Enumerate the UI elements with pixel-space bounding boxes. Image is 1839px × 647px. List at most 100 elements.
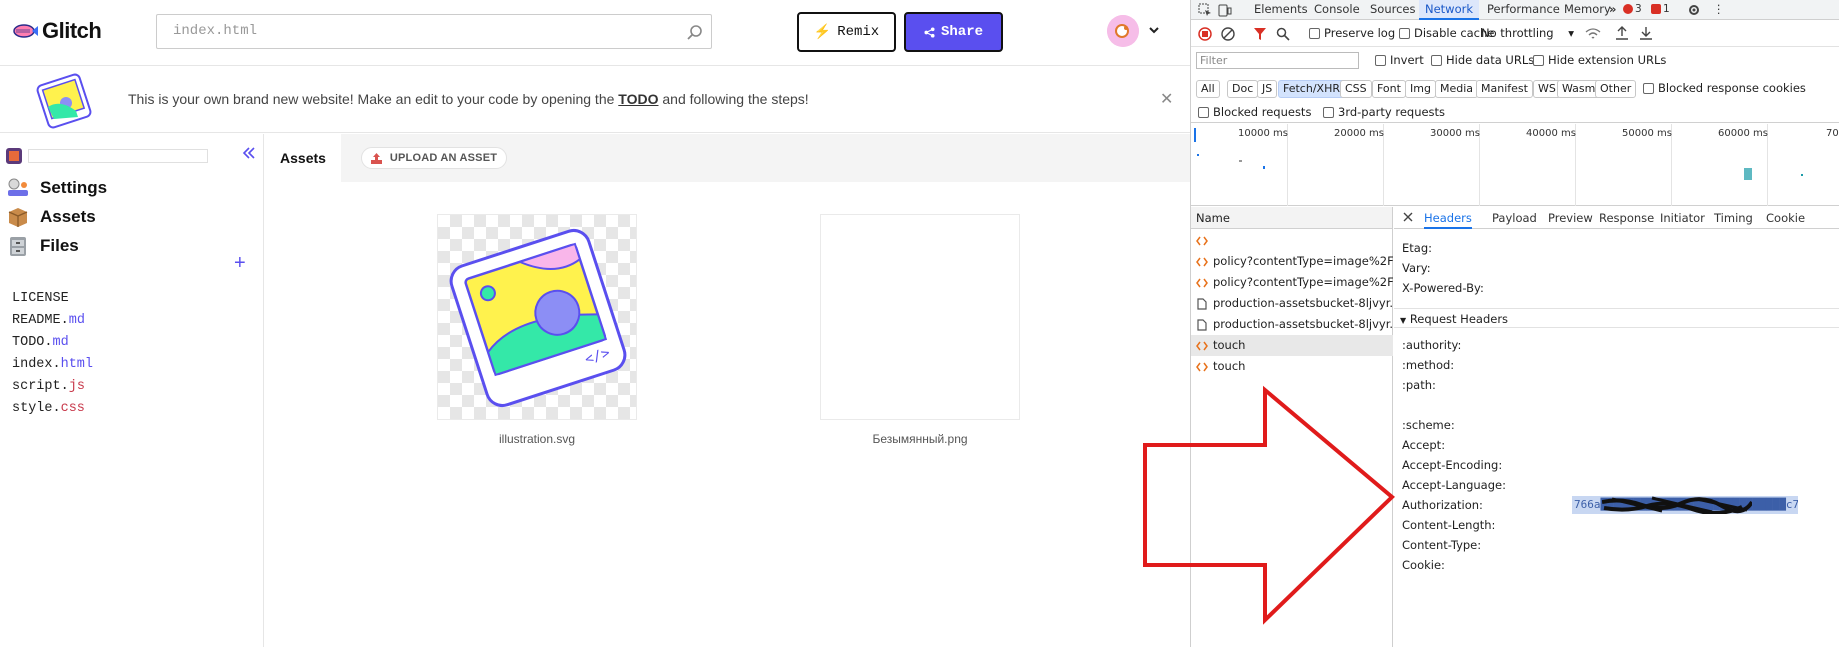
search-input[interactable]: index.html (156, 14, 712, 49)
third-party-requests-checkbox[interactable]: 3rd-party requests (1323, 105, 1445, 119)
record-stop-icon[interactable] (1198, 27, 1212, 41)
file-item-style[interactable]: style.css (12, 401, 85, 416)
type-filter-fetch-xhr[interactable]: Fetch/XHR (1278, 80, 1345, 98)
checkbox[interactable] (1323, 106, 1334, 118)
request-headers-section[interactable]: ▼ Request Headers (1394, 308, 1839, 328)
asset-item[interactable]: Безымянный.png (820, 214, 1020, 446)
tab-assets[interactable]: Assets (265, 134, 341, 182)
type-filter-media[interactable]: Media (1435, 80, 1479, 98)
wifi-icon[interactable] (1585, 27, 1601, 41)
asset-thumbnail[interactable] (820, 214, 1020, 420)
banner-text-after: and following the steps! (658, 91, 809, 107)
file-item-script[interactable]: script.js (12, 379, 85, 394)
request-row[interactable]: production-assetsbucket-8ljvyr... (1191, 293, 1393, 314)
type-filter-other[interactable]: Other (1595, 80, 1637, 98)
invert-checkbox[interactable]: Invert (1375, 53, 1424, 67)
request-row-selected[interactable]: touch (1191, 335, 1393, 356)
blocked-requests-checkbox[interactable]: Blocked requests (1198, 105, 1311, 119)
close-icon[interactable] (1402, 211, 1414, 223)
checkbox[interactable] (1533, 54, 1544, 66)
asset-thumbnail[interactable]: </> (437, 214, 637, 420)
type-filter-manifest[interactable]: Manifest (1476, 80, 1533, 98)
tab-response[interactable]: Response (1599, 207, 1654, 229)
throttling-select[interactable]: No throttling ▾ (1481, 26, 1574, 40)
tab-timing[interactable]: Timing (1714, 207, 1753, 229)
network-overview-timeline[interactable]: 10000 ms 20000 ms 30000 ms 40000 ms 5000… (1191, 124, 1839, 206)
checkbox[interactable] (1431, 54, 1442, 66)
add-file-icon[interactable]: + (234, 252, 246, 275)
type-filter-wasm[interactable]: Wasm (1557, 80, 1601, 98)
tab-cookies[interactable]: Cookie (1766, 207, 1805, 229)
file-item-readme[interactable]: README.md (12, 313, 85, 328)
request-row[interactable] (1191, 230, 1393, 251)
type-filter-js[interactable]: JS (1257, 80, 1278, 98)
import-har-icon[interactable] (1615, 26, 1629, 40)
type-filter-all[interactable]: All (1196, 80, 1220, 98)
tab-sources[interactable]: Sources (1364, 0, 1422, 20)
checkbox[interactable] (1375, 54, 1386, 66)
request-row[interactable]: policy?contentType=image%2F... (1191, 251, 1393, 272)
issue-count-badge[interactable]: 1 (1651, 3, 1670, 15)
todo-link[interactable]: TODO (618, 91, 658, 107)
hide-data-urls-checkbox[interactable]: Hide data URLs (1431, 53, 1534, 67)
project-name-row[interactable] (6, 148, 208, 164)
tab-network[interactable]: Network (1419, 0, 1480, 20)
avatar[interactable] (1107, 15, 1139, 47)
upload-asset-button[interactable]: UPLOAD AN ASSET (361, 147, 507, 169)
more-tabs-icon[interactable]: » (1603, 0, 1622, 20)
sidebar-item-settings[interactable]: Settings (6, 176, 107, 200)
checkbox[interactable] (1399, 27, 1410, 39)
tab-elements[interactable]: Elements (1248, 0, 1314, 20)
checkbox[interactable] (1309, 27, 1320, 39)
device-toolbar-icon[interactable] (1218, 3, 1232, 17)
tab-console[interactable]: Console (1308, 0, 1366, 20)
file-item-index[interactable]: index.html (12, 357, 93, 372)
tab-payload[interactable]: Payload (1492, 207, 1537, 229)
glitch-logo[interactable]: Glitch (12, 18, 102, 44)
request-row[interactable]: production-assetsbucket-8ljvyr... (1191, 314, 1393, 335)
name-column-header[interactable]: Name (1191, 207, 1392, 229)
search-icon[interactable] (1276, 27, 1290, 41)
header-name: Vary: (1402, 261, 1431, 275)
request-row[interactable]: touch (1191, 356, 1393, 377)
authorization-value[interactable]: 766a████████████████████████████c7d4114c… (1572, 496, 1798, 514)
collapse-sidebar-icon[interactable] (242, 146, 256, 160)
request-row[interactable]: policy?contentType=image%2F... (1191, 272, 1393, 293)
sidebar-item-assets[interactable]: Assets (6, 205, 96, 229)
tab-performance[interactable]: Performance (1481, 0, 1566, 20)
file-item-license[interactable]: LICENSE (12, 291, 69, 306)
type-filter-css[interactable]: CSS (1340, 80, 1372, 98)
export-har-icon[interactable] (1639, 26, 1653, 40)
share-button[interactable]: Share (904, 12, 1003, 52)
file-item-todo[interactable]: TODO.md (12, 335, 69, 350)
type-filter-font[interactable]: Font (1372, 80, 1406, 98)
request-name: production-assetsbucket-8ljvyr... (1213, 296, 1393, 310)
clear-icon[interactable] (1221, 27, 1235, 41)
project-name-field[interactable] (28, 149, 208, 163)
error-count-badge[interactable]: 3 (1623, 3, 1642, 15)
chevron-down-icon[interactable] (1148, 24, 1160, 36)
type-filter-doc[interactable]: Doc (1227, 80, 1259, 98)
preserve-log-checkbox[interactable]: Preserve log (1309, 26, 1395, 40)
tab-headers[interactable]: Headers (1424, 207, 1472, 229)
hide-extension-urls-checkbox[interactable]: Hide extension URLs (1533, 53, 1666, 67)
asset-item[interactable]: </> illustration.svg (437, 214, 637, 446)
settings-gear-icon[interactable] (1687, 3, 1701, 17)
tab-initiator[interactable]: Initiator (1660, 207, 1705, 229)
sidebar-item-files[interactable]: Files (6, 234, 79, 258)
tab-preview[interactable]: Preview (1548, 207, 1593, 229)
kebab-menu-icon[interactable]: ⋮ (1707, 0, 1731, 20)
filter-icon[interactable] (1253, 27, 1267, 41)
checkbox[interactable] (1198, 106, 1209, 118)
checkbox[interactable] (1643, 82, 1654, 94)
close-icon[interactable]: ✕ (1160, 89, 1173, 109)
share-icon (924, 26, 935, 38)
search-icon[interactable] (687, 24, 703, 40)
remix-button[interactable]: ⚡ Remix (797, 12, 896, 52)
filter-input[interactable]: Filter (1196, 52, 1359, 69)
type-filter-img[interactable]: Img (1405, 80, 1436, 98)
inspect-element-icon[interactable] (1198, 3, 1212, 17)
invert-label: Invert (1390, 53, 1424, 67)
file-base: TODO. (12, 335, 53, 350)
blocked-response-cookies-checkbox[interactable]: Blocked response cookies (1643, 81, 1806, 95)
